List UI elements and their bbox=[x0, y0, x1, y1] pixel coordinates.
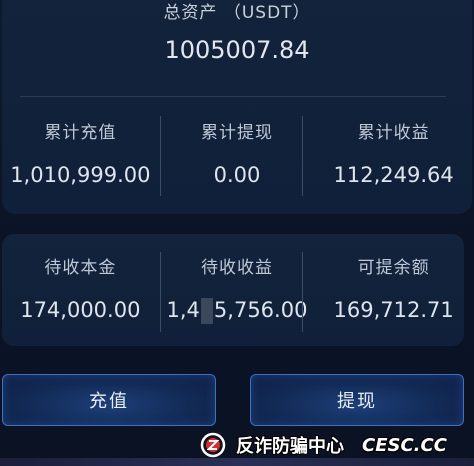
stat-label: 累计收益 bbox=[357, 123, 430, 143]
stat-total-recharge: 累计充值 1,010,999.00 bbox=[2, 118, 159, 187]
stat-label: 累计提现 bbox=[200, 123, 273, 143]
watermark-text: 反诈防骗中心 bbox=[236, 436, 344, 457]
divider bbox=[20, 96, 446, 97]
stat-value: 1,010,999.00 bbox=[10, 163, 151, 187]
value-suffix: 5,756.00 bbox=[213, 298, 308, 322]
stat-pending-principal: 待收本金 174,000.00 bbox=[2, 253, 159, 324]
redacted-digit bbox=[200, 298, 213, 324]
stat-pending-earnings: 待收收益 1,4 5,756.00 bbox=[159, 253, 316, 324]
watermark: 反诈防骗中心 CESC.CC bbox=[200, 430, 447, 460]
stat-withdrawable-balance: 可提余额 169,712.71 bbox=[315, 253, 472, 324]
stat-value: 112,249.64 bbox=[333, 163, 454, 187]
stat-total-withdraw: 累计提现 0.00 bbox=[159, 118, 316, 187]
column-divider bbox=[160, 252, 161, 332]
pending-stats-row: 待收本金 174,000.00 待收收益 1,4 5,756.00 可提余额 16… bbox=[2, 253, 472, 324]
stat-value: 169,712.71 bbox=[333, 298, 454, 322]
column-divider bbox=[160, 116, 161, 196]
stat-value: 174,000.00 bbox=[20, 298, 141, 322]
total-assets-value: 1005007.84 bbox=[164, 36, 310, 64]
stat-label: 待收本金 bbox=[44, 258, 117, 278]
total-assets-label: 总资产 （USDT） bbox=[163, 3, 311, 23]
column-divider bbox=[302, 116, 303, 196]
stat-value: 0.00 bbox=[213, 163, 261, 187]
stat-total-earnings: 累计收益 112,249.64 bbox=[315, 118, 472, 187]
stat-label: 累计充值 bbox=[44, 123, 117, 143]
column-divider bbox=[302, 252, 303, 332]
assets-page: 总资产 （USDT） 1005007.84 累计充值 1,010,999.00 … bbox=[0, 0, 474, 466]
watermark-logo-icon bbox=[200, 432, 226, 458]
recharge-button[interactable]: 充值 bbox=[2, 374, 216, 426]
stat-label: 可提余额 bbox=[357, 258, 430, 278]
stat-value: 1,4 5,756.00 bbox=[159, 298, 316, 324]
withdraw-button[interactable]: 提现 bbox=[250, 374, 464, 426]
summary-stats-row: 累计充值 1,010,999.00 累计提现 0.00 累计收益 112,249… bbox=[2, 118, 472, 187]
value-prefix: 1,4 bbox=[166, 298, 200, 322]
watermark-site: CESC.CC bbox=[362, 434, 447, 456]
stat-label: 待收收益 bbox=[200, 258, 273, 278]
